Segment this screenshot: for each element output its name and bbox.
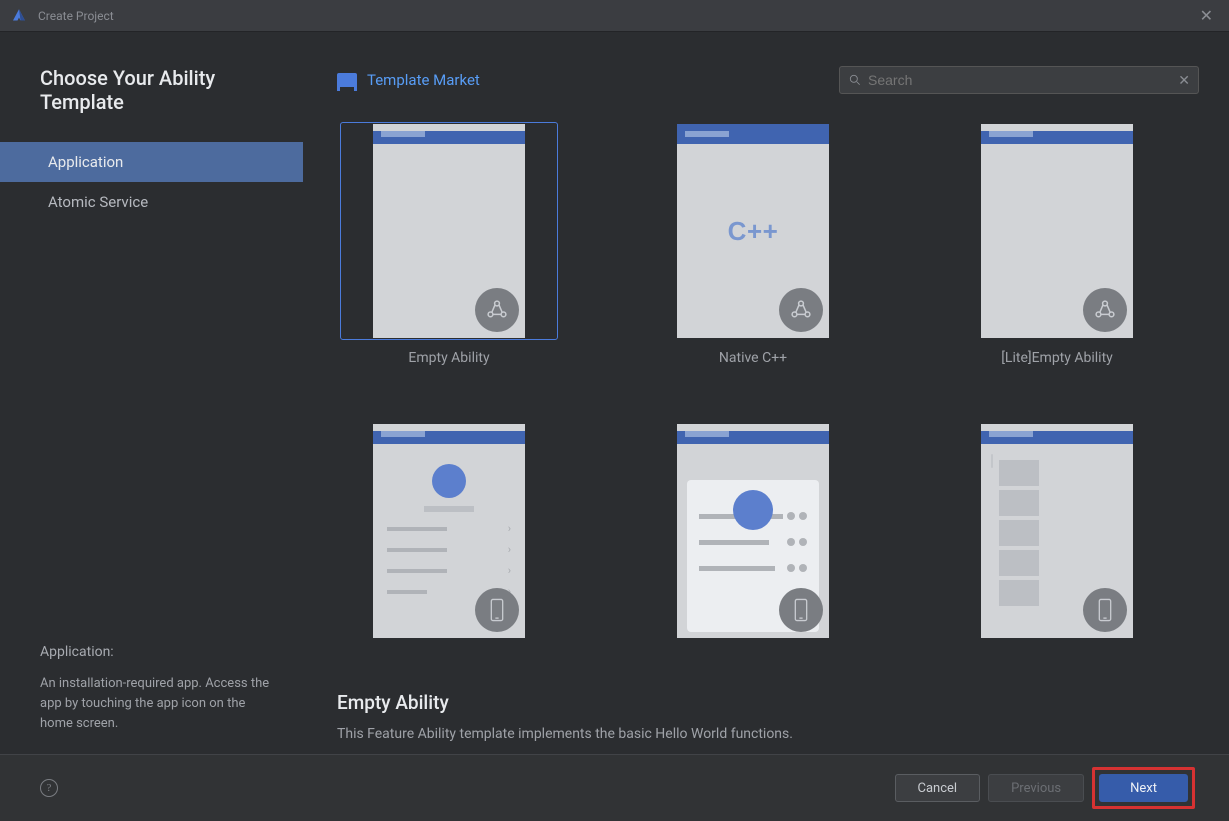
ring-badge-icon (1083, 288, 1127, 332)
next-highlight: Next (1092, 767, 1195, 809)
template-caption: [Lite]Empty Ability (1001, 350, 1113, 366)
template-market-link[interactable]: Template Market (367, 71, 480, 89)
selected-template-desc: This Feature Ability template implements… (337, 726, 1199, 742)
search-input[interactable] (868, 72, 1178, 88)
phone-badge-icon (1083, 588, 1127, 632)
phone-badge-icon (779, 588, 823, 632)
template-lite-empty-ability[interactable]: [Lite]Empty Ability (945, 122, 1169, 366)
titlebar: Create Project ✕ (0, 0, 1229, 32)
search-icon (848, 73, 862, 87)
previous-button: Previous (988, 774, 1084, 802)
tab-application[interactable]: Application (0, 142, 303, 182)
sidebar-desc-title: Application: (40, 644, 303, 660)
close-icon[interactable]: ✕ (1194, 6, 1219, 26)
template-row2-card[interactable]: › › › › (337, 422, 561, 640)
template-native-cpp[interactable]: C++ Native C++ (641, 122, 865, 366)
tab-atomic-service[interactable]: Atomic Service (0, 182, 303, 222)
cancel-button[interactable]: Cancel (895, 774, 981, 802)
window-title: Create Project (38, 9, 1194, 23)
app-logo-icon (10, 7, 28, 25)
template-empty-ability[interactable]: Empty Ability (337, 122, 561, 366)
sidebar: Choose Your Ability Template Application… (0, 32, 303, 754)
ring-badge-icon (779, 288, 823, 332)
cpp-icon: C++ (728, 216, 779, 247)
template-row2-card[interactable] (945, 422, 1169, 640)
template-caption: Empty Ability (408, 350, 489, 366)
next-button[interactable]: Next (1099, 774, 1188, 802)
market-icon (337, 73, 357, 87)
template-grid: Empty Ability C++ Native C++ (337, 122, 1199, 640)
template-row2-card[interactable] (641, 422, 865, 640)
ring-badge-icon (475, 288, 519, 332)
bottom-bar: ? Cancel Previous Next (0, 754, 1229, 821)
selected-template-title: Empty Ability (337, 691, 1199, 714)
search-clear-icon[interactable]: ✕ (1178, 72, 1190, 89)
page-title: Choose Your Ability Template (40, 66, 303, 114)
search-box[interactable]: ✕ (839, 66, 1199, 94)
phone-badge-icon (475, 588, 519, 632)
sidebar-desc-text: An installation-required app. Access the… (40, 674, 270, 734)
template-caption: Native C++ (719, 350, 787, 366)
help-icon[interactable]: ? (40, 779, 58, 797)
